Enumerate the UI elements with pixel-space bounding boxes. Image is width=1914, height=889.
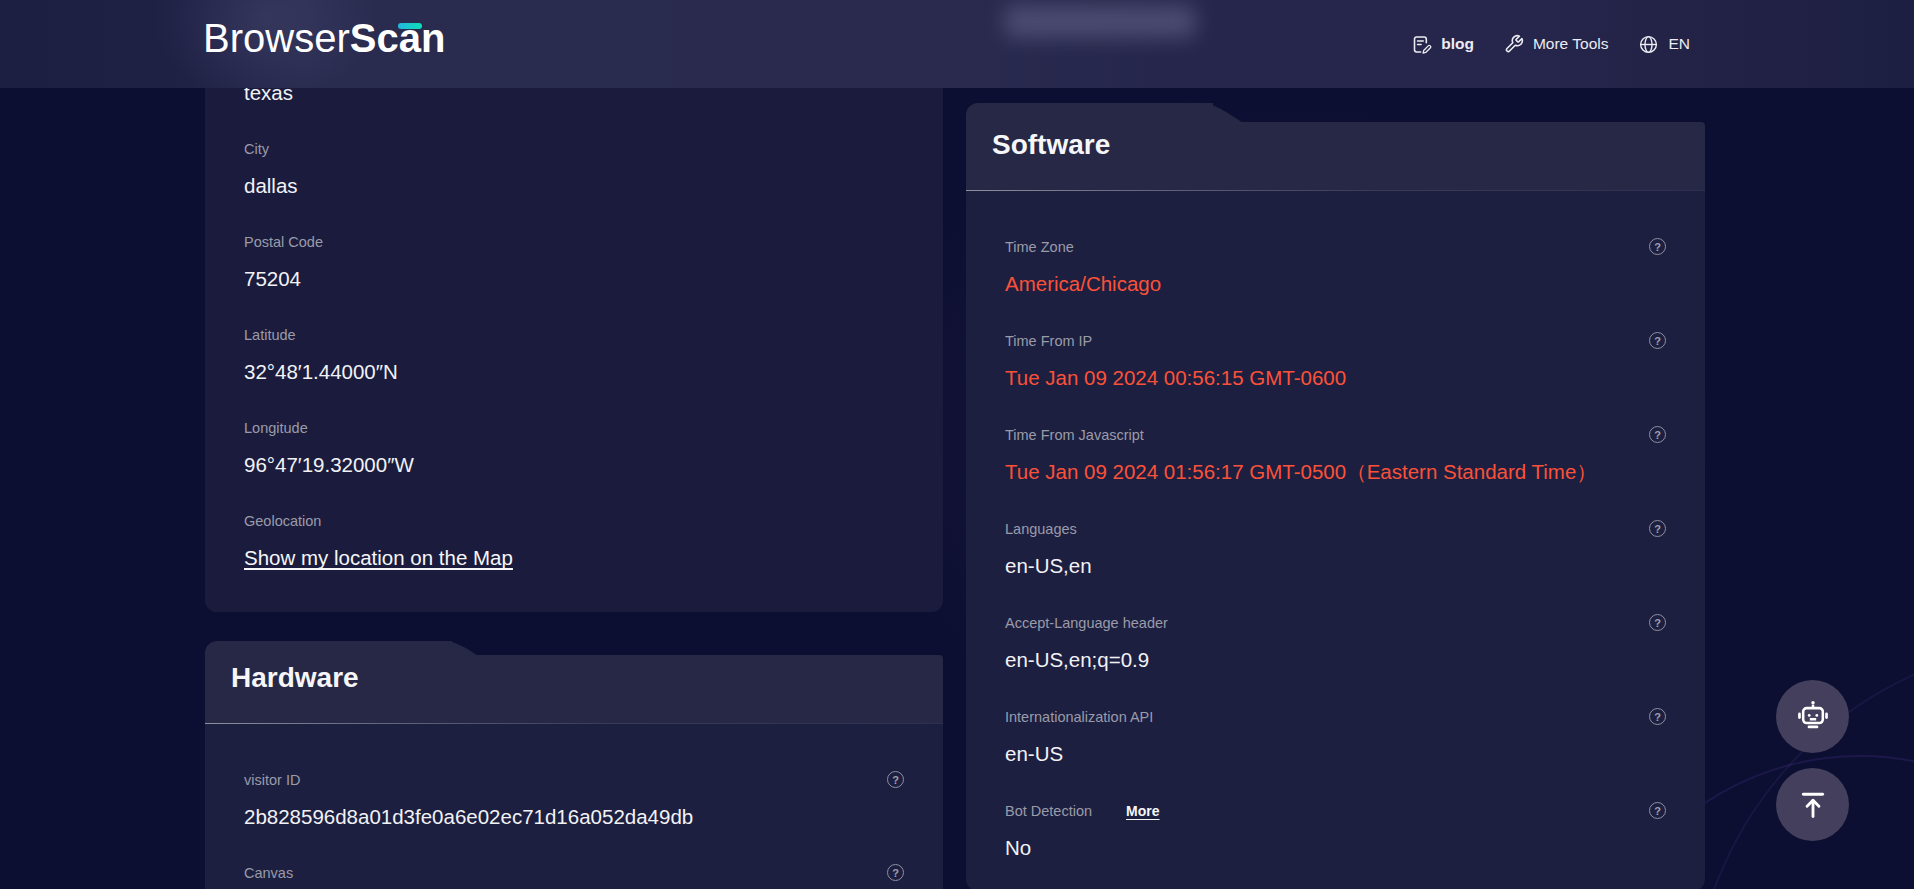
time-from-ip-help-icon[interactable]: ? (1649, 332, 1666, 349)
hardware-card-tab (205, 641, 943, 655)
city-value: dallas (244, 174, 904, 197)
hardware-tab-shape (205, 641, 452, 655)
logo-accent-bar: a (399, 17, 421, 59)
accept-language-help-icon[interactable]: ? (1649, 614, 1666, 631)
row-internationalization-api: Internationalization API ? en-US (1005, 707, 1666, 765)
time-from-javascript-value: Tue Jan 09 2024 01:56:17 GMT-0500（Easter… (1005, 460, 1666, 483)
longitude-label: Longitude (244, 418, 904, 438)
software-card-title: Software (966, 122, 1705, 162)
visitor-id-value: 2b828596d8a01d3fe0a6e02ec71d16a052da49db (244, 805, 904, 828)
nav-language[interactable]: EN (1638, 34, 1690, 55)
postal-code-value: 75204 (244, 267, 904, 290)
visitor-id-help-icon[interactable]: ? (887, 771, 904, 788)
software-card-header-band: Software (966, 122, 1705, 190)
row-time-from-javascript: Time From Javascript ? Tue Jan 09 2024 0… (1005, 425, 1666, 483)
internationalization-api-label: Internationalization API (1005, 707, 1666, 727)
canvas-help-icon[interactable]: ? (887, 864, 904, 881)
software-tab-shape (966, 103, 1213, 122)
chat-robot-button[interactable] (1776, 680, 1849, 753)
row-time-zone: Time Zone ? America/Chicago (1005, 237, 1666, 295)
globe-icon (1638, 34, 1659, 55)
bot-detection-value: No (1005, 836, 1666, 859)
time-from-ip-value: Tue Jan 09 2024 00:56:15 GMT-0600 (1005, 366, 1666, 389)
canvas-label: Canvas (244, 863, 904, 883)
bot-detection-help-icon[interactable]: ? (1649, 802, 1666, 819)
row-languages: Languages ? en-US,en (1005, 519, 1666, 577)
software-card-tab (966, 103, 1705, 122)
accept-language-value: en-US,en;q=0.9 (1005, 648, 1666, 671)
latitude-value: 32°48′1.44000″N (244, 360, 904, 383)
hardware-card: Hardware visitor ID ? 2b828596d8a01d3fe0… (205, 641, 943, 889)
scroll-to-top-button[interactable] (1776, 768, 1849, 841)
row-latitude: Latitude 32°48′1.44000″N (244, 325, 904, 383)
longitude-value: 96°47′19.32000″W (244, 453, 904, 476)
time-from-ip-label: Time From IP (1005, 331, 1666, 351)
hardware-card-header-band: Hardware (205, 655, 943, 723)
header-nav: blog More Tools EN (1411, 0, 1690, 88)
languages-help-icon[interactable]: ? (1649, 520, 1666, 537)
wrench-icon (1504, 34, 1524, 54)
postal-code-label: Postal Code (244, 232, 904, 252)
brand-logo[interactable]: BrowserScan (203, 17, 445, 59)
bot-detection-label: Bot DetectionMore (1005, 801, 1666, 821)
scroll-top-icon (1796, 788, 1830, 822)
city-label: City (244, 139, 904, 159)
time-zone-value: America/Chicago (1005, 272, 1666, 295)
row-time-from-ip: Time From IP ? Tue Jan 09 2024 00:56:15 … (1005, 331, 1666, 389)
row-bot-detection: Bot DetectionMore ? No (1005, 801, 1666, 859)
internationalization-api-value: en-US (1005, 742, 1666, 765)
nav-blog[interactable]: blog (1411, 34, 1474, 55)
time-from-javascript-help-icon[interactable]: ? (1649, 426, 1666, 443)
visitor-id-label: visitor ID (244, 770, 904, 790)
time-zone-label: Time Zone (1005, 237, 1666, 257)
robot-icon (1794, 698, 1832, 736)
row-accept-language: Accept-Language header ? en-US,en;q=0.9 (1005, 613, 1666, 671)
row-city: City dallas (244, 139, 904, 197)
languages-value: en-US,en (1005, 554, 1666, 577)
software-card: Software Time Zone ? America/Chicago Tim… (966, 103, 1705, 889)
time-from-javascript-label: Time From Javascript (1005, 425, 1666, 445)
nav-more-tools[interactable]: More Tools (1504, 34, 1609, 54)
bot-detection-more-link[interactable]: More (1126, 803, 1159, 819)
geolocation-label: Geolocation (244, 511, 904, 531)
accept-language-label: Accept-Language header (1005, 613, 1666, 633)
blurred-ip-info (1004, 5, 1196, 38)
languages-label: Languages (1005, 519, 1666, 539)
row-postal-code: Postal Code 75204 (244, 232, 904, 290)
row-geolocation: Geolocation Show my location on the Map (244, 511, 904, 569)
row-visitor-id: visitor ID ? 2b828596d8a01d3fe0a6e02ec71… (244, 770, 904, 828)
time-zone-help-icon[interactable]: ? (1649, 238, 1666, 255)
row-longitude: Longitude 96°47′19.32000″W (244, 418, 904, 476)
row-canvas: Canvas ? (244, 863, 904, 883)
internationalization-api-help-icon[interactable]: ? (1649, 708, 1666, 725)
hardware-card-title: Hardware (205, 655, 943, 695)
location-card: texas City dallas Postal Code 75204 Lati… (205, 0, 943, 612)
blog-icon (1411, 34, 1432, 55)
show-location-link[interactable]: Show my location on the Map (244, 546, 904, 569)
header: BrowserScan blog More Tools EN (0, 0, 1914, 88)
latitude-label: Latitude (244, 325, 904, 345)
